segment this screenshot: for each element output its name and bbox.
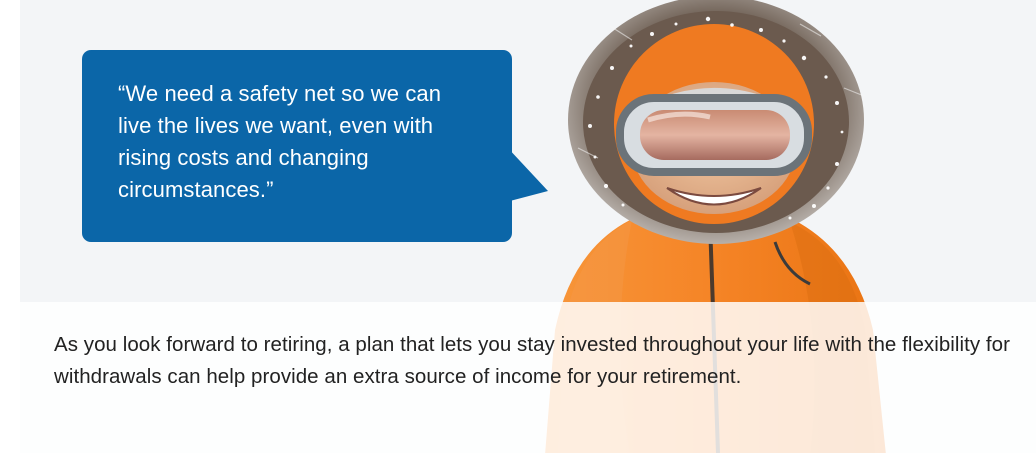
- caption-text: As you look forward to retiring, a plan …: [54, 333, 1010, 388]
- page: “We need a safety net so we can live the…: [0, 0, 1036, 453]
- caption-panel: As you look forward to retiring, a plan …: [20, 302, 1036, 453]
- quote-text: “We need a safety net so we can live the…: [118, 81, 442, 202]
- quote-bubble: “We need a safety net so we can live the…: [82, 50, 512, 242]
